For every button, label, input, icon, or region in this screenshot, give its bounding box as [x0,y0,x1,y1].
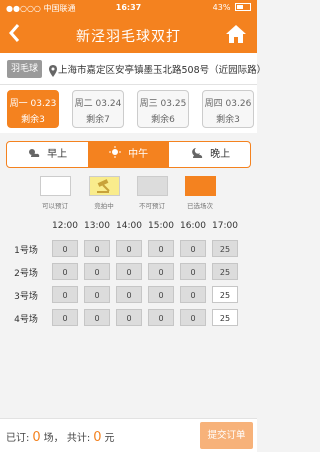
date-tab-day: 周二 03.24 [74,99,122,109]
total-prefix: 共计: [66,433,91,444]
date-tab[interactable]: 周四 03.26 剩余3 [202,90,254,128]
cloud-sun-icon [28,143,40,157]
date-tab[interactable]: 周三 03.25 剩余6 [137,90,189,128]
submit-order-button[interactable]: 提交订单 [200,422,253,449]
date-tab-day: 周四 03.26 [204,99,252,109]
slot-cell: 0 [180,309,206,326]
legend-swatch-available [40,176,71,196]
booked-count: 0 [32,430,41,445]
date-tab-day: 周三 03.25 [139,99,187,109]
slot-cell: 25 [212,263,238,280]
slot-cell: 0 [148,240,174,257]
court-label: 1号场 [14,246,38,256]
slot-cell: 0 [116,240,142,257]
period-label: 中午 [128,149,149,160]
time-header: 12:00 [52,221,78,231]
time-header: 17:00 [212,221,238,231]
battery-indicator: 43% [213,3,251,12]
legend-label: 竞拍中 [94,202,114,210]
legend-swatch-unavailable [137,176,168,196]
home-icon[interactable] [225,24,247,46]
page-title: 新泾羽毛球双打 [76,29,181,45]
slot-cell: 0 [52,309,78,326]
date-tab-remaining: 剩余3 [216,115,240,125]
slot-cell: 0 [148,309,174,326]
slot-cell: 0 [116,309,142,326]
slot-cell: 0 [116,263,142,280]
slot-cell[interactable]: 25 [212,309,238,326]
period-selector: 早上 中午 晚上 [6,141,251,168]
slot-cell: 25 [212,240,238,257]
period-label: 早上 [47,149,68,160]
court-label: 2号场 [14,269,38,279]
venue-bar: 羽毛球 上海市嘉定区安亭镇墨玉北路508号（近园际路） [0,53,266,85]
period-noon[interactable]: 中午 [88,142,169,167]
slot-cell: 0 [84,240,110,257]
slot-cell[interactable]: 25 [212,286,238,303]
slot-cell: 0 [84,309,110,326]
date-tabs: 周一 03.23 剩余3 周二 03.24 剩余7 周三 03.25 剩余6 周… [0,85,257,133]
battery-percent: 43% [212,3,231,12]
cloud-moon-icon [191,143,203,158]
time-header: 16:00 [180,221,206,231]
order-summary: 已订: 0 场， 共计: 0 元 [6,429,115,445]
court-label: 3号场 [14,292,38,302]
period-morning[interactable]: 早上 [7,142,88,167]
slot-cell: 0 [180,240,206,257]
court-label: 4号场 [14,315,38,325]
date-tab-day: 周一 03.23 [9,99,57,109]
location-pin-icon [49,62,57,77]
date-tab[interactable]: 周一 03.23 剩余3 [7,90,59,128]
slot-cell: 0 [52,263,78,280]
battery-icon [235,3,251,11]
nav-bar: 新泾羽毛球双打 [0,17,257,53]
date-tab-remaining: 剩余6 [151,115,175,125]
legend-label: 可以预订 [42,202,68,210]
time-header: 15:00 [148,221,174,231]
legend-label: 不可预订 [139,202,165,210]
slot-cell: 0 [148,286,174,303]
total-amount: 0 [93,430,102,445]
slot-cell: 0 [84,286,110,303]
date-tab-remaining: 剩余3 [21,115,45,125]
period-label: 晚上 [210,149,231,160]
booked-prefix: 已订: [6,433,30,444]
date-tab[interactable]: 周二 03.24 剩余7 [72,90,124,128]
slot-cell: 0 [148,263,174,280]
slot-cell: 0 [52,240,78,257]
status-bar: ●●○○○ 中国联通 16:37 43% [0,0,257,17]
currency-unit: 元 [104,433,115,444]
slot-cell: 0 [180,286,206,303]
gavel-icon [97,179,110,193]
legend-label: 已选场次 [187,202,213,210]
date-tab-remaining: 剩余7 [86,115,110,125]
legend-swatch-selected [185,176,216,196]
legend-swatch-bidding [89,176,120,196]
booked-unit: 场， [43,433,64,444]
sun-icon [108,143,121,158]
slot-cell: 0 [116,286,142,303]
venue-address: 上海市嘉定区安亭镇墨玉北路508号（近园际路） [58,65,267,76]
time-header: 14:00 [116,221,142,231]
time-header: 13:00 [84,221,110,231]
slot-cell: 0 [180,263,206,280]
bottom-bar: 已订: 0 场， 共计: 0 元 提交订单 [0,418,257,452]
slot-cell: 0 [52,286,78,303]
sport-tag: 羽毛球 [7,60,43,78]
period-evening[interactable]: 晚上 [169,142,250,167]
slot-cell: 0 [84,263,110,280]
